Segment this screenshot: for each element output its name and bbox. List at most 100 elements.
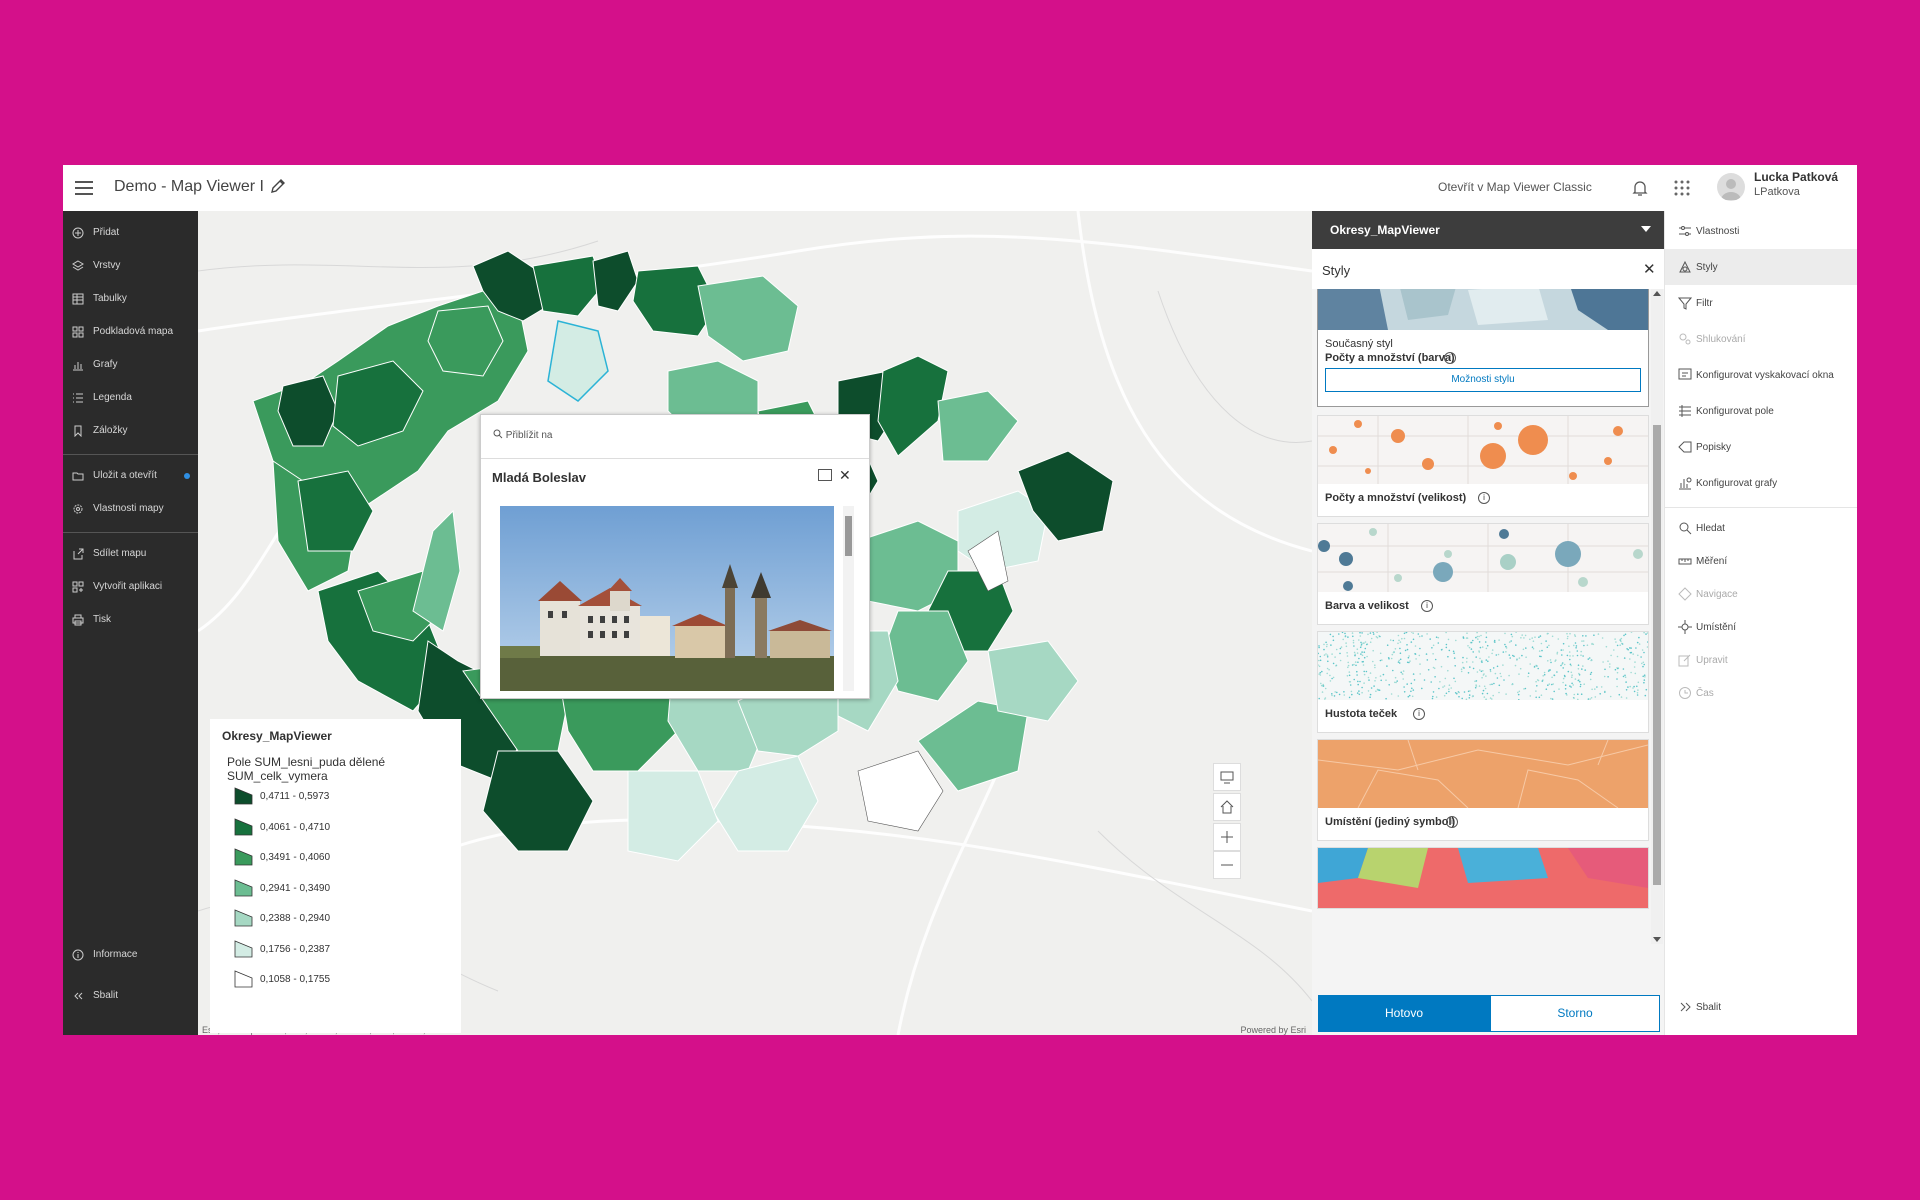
rail-properties[interactable]: Vlastnosti <box>1665 213 1857 249</box>
rail-labels[interactable]: Popisky <box>1665 429 1857 465</box>
nav-label: Sdílet mapu <box>93 548 147 559</box>
powered-by-esri[interactable]: Powered by Esri <box>1240 1025 1306 1035</box>
info-icon[interactable]: i <box>1413 708 1425 720</box>
dock-icon[interactable] <box>818 469 832 481</box>
single-symbol-preview <box>1318 740 1648 809</box>
rail-search[interactable]: Hledat <box>1665 510 1857 546</box>
rail-configure-charts[interactable]: Konfigurovat grafy <box>1665 465 1857 501</box>
rail-label: Popisky <box>1696 442 1732 453</box>
nav-create-app[interactable]: Vytvořit aplikaci <box>63 574 198 600</box>
rail-edit[interactable]: Upravit <box>1665 642 1857 678</box>
close-icon[interactable]: ✕ <box>839 467 851 484</box>
open-classic-link[interactable]: Otevřít v Map Viewer Classic <box>1438 180 1592 194</box>
minus-icon <box>1221 864 1233 866</box>
rail-location[interactable]: Umístění <box>1665 609 1857 645</box>
nav-charts[interactable]: Grafy <box>63 352 198 378</box>
style-card-size[interactable]: Počty a množství (velikost) i <box>1317 415 1649 517</box>
notifications-icon[interactable] <box>1629 177 1651 199</box>
legend-swatch <box>234 970 253 988</box>
style-card-color-size[interactable]: Barva a velikost i <box>1317 523 1649 625</box>
panel-scrollbar[interactable] <box>1651 289 1663 944</box>
style-card-label: Počty a množství (velikost) <box>1325 492 1467 504</box>
home-button[interactable] <box>1213 793 1241 821</box>
user-avatar[interactable] <box>1717 173 1745 201</box>
rail-filter[interactable]: Filtr <box>1665 285 1857 321</box>
rail-collapse[interactable]: Sbalit <box>1665 989 1857 1025</box>
nav-collapse[interactable]: Sbalit <box>63 983 198 1009</box>
legend-class-label: 0,2941 - 0,3490 <box>260 882 331 894</box>
rail-configure-fields[interactable]: Konfigurovat pole <box>1665 393 1857 429</box>
info-icon[interactable]: i <box>1446 816 1458 828</box>
filter-icon <box>1678 297 1692 310</box>
nav-bookmarks[interactable]: Záložky <box>63 418 198 444</box>
rail-measure[interactable]: Měření <box>1665 543 1857 579</box>
compass-icon <box>1678 587 1692 601</box>
menu-icon[interactable] <box>73 177 95 199</box>
style-card-label: Umístění (jediný symbol) <box>1325 816 1456 828</box>
gear-icon <box>73 504 83 514</box>
zoom-out-button[interactable] <box>1213 851 1241 879</box>
nav-add[interactable]: Přidat <box>63 220 198 246</box>
legend-panel: Okresy_MapViewer Pole SUM_lesni_puda děl… <box>210 719 461 1033</box>
style-card-unique-values[interactable] <box>1317 847 1649 909</box>
map-screenshot-button[interactable] <box>1213 763 1241 791</box>
legend-class-label: 0,4711 - 0,5973 <box>260 791 330 802</box>
nav-save-open[interactable]: Uložit a otevřít <box>63 463 198 489</box>
map-viewer-app: Demo - Map Viewer I Otevřít v Map Viewer… <box>63 165 1857 1035</box>
style-card-dot-density[interactable]: Hustota teček i <box>1317 631 1649 733</box>
rail-configure-popups[interactable]: Konfigurovat vyskakovací okna <box>1665 357 1857 393</box>
nav-legend[interactable]: Legenda <box>63 385 198 411</box>
nav-layers[interactable]: Vrstvy <box>63 253 198 279</box>
info-icon[interactable]: i <box>1421 600 1433 612</box>
style-card-single-symbol[interactable]: Umístění (jediný symbol) i <box>1317 739 1649 841</box>
rail-styles[interactable]: Styly <box>1665 249 1857 285</box>
popup-scrollbar[interactable] <box>843 506 854 691</box>
rail-time[interactable]: Čas <box>1665 675 1857 711</box>
rail-navigation[interactable]: Navigace <box>1665 576 1857 612</box>
monitor-icon <box>1220 771 1234 784</box>
style-card-label: Hustota teček <box>1325 708 1398 720</box>
popup-icon <box>1678 368 1692 380</box>
zoom-in-icon <box>493 429 503 439</box>
popup-title: Mladá Boleslav <box>492 470 586 485</box>
scroll-thumb[interactable] <box>1653 425 1661 885</box>
layer-selector[interactable]: Okresy_MapViewer <box>1312 211 1664 249</box>
ruler-icon <box>1678 558 1692 565</box>
user-name[interactable]: Lucka Patková <box>1754 170 1838 184</box>
app-launcher-icon[interactable] <box>1671 177 1693 199</box>
feature-popup: Přiblížit na Mladá Boleslav ✕ <box>480 414 870 699</box>
zoom-to-button[interactable]: Přiblížit na <box>493 429 552 441</box>
current-style-card: Současný styl Počty a množství (barva) i… <box>1317 289 1649 407</box>
rail-clustering[interactable]: Shlukování <box>1665 321 1857 357</box>
nav-label: Vrstvy <box>93 260 121 271</box>
info-icon[interactable]: i <box>1478 492 1490 504</box>
info-icon[interactable]: i <box>1444 352 1456 364</box>
nav-share-map[interactable]: Sdílet mapu <box>63 541 198 567</box>
rail-label: Čas <box>1696 688 1714 699</box>
unique-values-preview <box>1318 848 1648 908</box>
rail-label: Měření <box>1696 556 1728 567</box>
print-icon <box>72 614 84 626</box>
choropleth-preview <box>1318 289 1648 330</box>
popup-divider <box>481 458 869 459</box>
style-options-button[interactable]: Možnosti stylu <box>1325 368 1641 392</box>
rail-divider <box>1665 507 1857 508</box>
close-icon[interactable]: ✕ <box>1643 260 1656 278</box>
legend-swatch <box>234 939 253 957</box>
nav-information[interactable]: Informace <box>63 942 198 968</box>
zoom-in-button[interactable] <box>1213 823 1241 851</box>
layers-icon <box>72 260 84 271</box>
nav-map-properties[interactable]: Vlastnosti mapy <box>63 496 198 522</box>
map-canvas[interactable]: Esri, USGS | GUGIK, Esri, HERE, Garmin, … <box>198 211 1312 1035</box>
nav-label: Tabulky <box>93 293 127 304</box>
cancel-button[interactable]: Storno <box>1490 995 1660 1032</box>
nav-label: Tisk <box>93 614 111 625</box>
left-navigation: Přidat Vrstvy Tabulky Podkladová mapa Gr… <box>63 211 198 1035</box>
cluster-icon <box>1679 333 1691 345</box>
edit-icon[interactable] <box>269 177 287 195</box>
nav-tables[interactable]: Tabulky <box>63 286 198 312</box>
nav-print[interactable]: Tisk <box>63 607 198 633</box>
nav-basemap[interactable]: Podkladová mapa <box>63 319 198 345</box>
done-button[interactable]: Hotovo <box>1318 995 1490 1032</box>
legend-class-label: 0,2388 - 0,2940 <box>260 913 331 924</box>
